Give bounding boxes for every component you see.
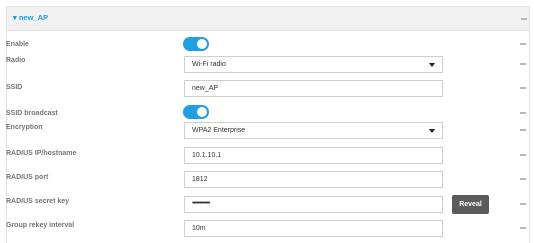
radius-secret-label: RADIUS secret key <box>6 198 70 205</box>
toggle-knob <box>197 39 207 49</box>
encryption-select[interactable]: WPA2 Enterprise <box>184 122 443 139</box>
remove-radius-secret-icon[interactable] <box>520 203 526 205</box>
group-rekey-label: Group rekey interval <box>6 222 75 229</box>
chevron-down-icon <box>429 129 435 133</box>
reveal-button[interactable]: Reveal <box>452 195 489 214</box>
chevron-down-icon <box>429 63 435 67</box>
radius-ip-value: 10.1.10.1 <box>192 152 222 159</box>
section-title[interactable]: ▾ new_AP <box>13 13 48 22</box>
group-rekey-input[interactable]: 10m <box>184 220 443 237</box>
remove-radius-ip-icon[interactable] <box>520 154 526 156</box>
radio-select[interactable]: Wi-Fi radio <box>184 56 443 73</box>
remove-radio-icon[interactable] <box>520 63 526 65</box>
remove-icon[interactable] <box>521 18 527 20</box>
ssid-value: new_AP <box>192 85 219 92</box>
radius-secret-value: •••••••••••• <box>192 200 210 207</box>
ssid-label: SSID <box>6 84 23 91</box>
remove-enable-icon[interactable] <box>520 43 526 45</box>
remove-radius-port-icon[interactable] <box>520 178 526 180</box>
radius-port-label: RADIUS port <box>6 174 49 181</box>
enable-label: Enable <box>6 41 29 48</box>
radio-value: Wi-Fi radio <box>192 61 226 68</box>
remove-ssid-icon[interactable] <box>520 87 526 89</box>
radius-ip-label: RADIUS IP/hostname <box>6 150 77 157</box>
radio-label: Radio <box>6 57 26 64</box>
ssid-broadcast-label: SSID broadcast <box>6 110 58 117</box>
radius-port-input[interactable]: 1812 <box>184 171 443 188</box>
collapsible-header[interactable]: ▾ new_AP <box>7 7 529 31</box>
remove-group-rekey-icon[interactable] <box>520 227 526 229</box>
encryption-value: WPA2 Enterprise <box>192 127 246 134</box>
radius-secret-input[interactable]: •••••••••••• <box>184 196 443 213</box>
ssid-broadcast-toggle[interactable] <box>183 105 209 119</box>
enable-toggle[interactable] <box>183 37 209 51</box>
radius-ip-input[interactable]: 10.1.10.1 <box>184 147 443 164</box>
remove-encryption-icon[interactable] <box>520 129 526 131</box>
toggle-knob <box>197 107 207 117</box>
encryption-label: Encryption <box>6 124 43 131</box>
remove-ssid-broadcast-icon[interactable] <box>520 112 526 114</box>
group-rekey-value: 10m <box>192 225 206 232</box>
ssid-input[interactable]: new_AP <box>184 80 443 97</box>
radius-port-value: 1812 <box>192 176 208 183</box>
